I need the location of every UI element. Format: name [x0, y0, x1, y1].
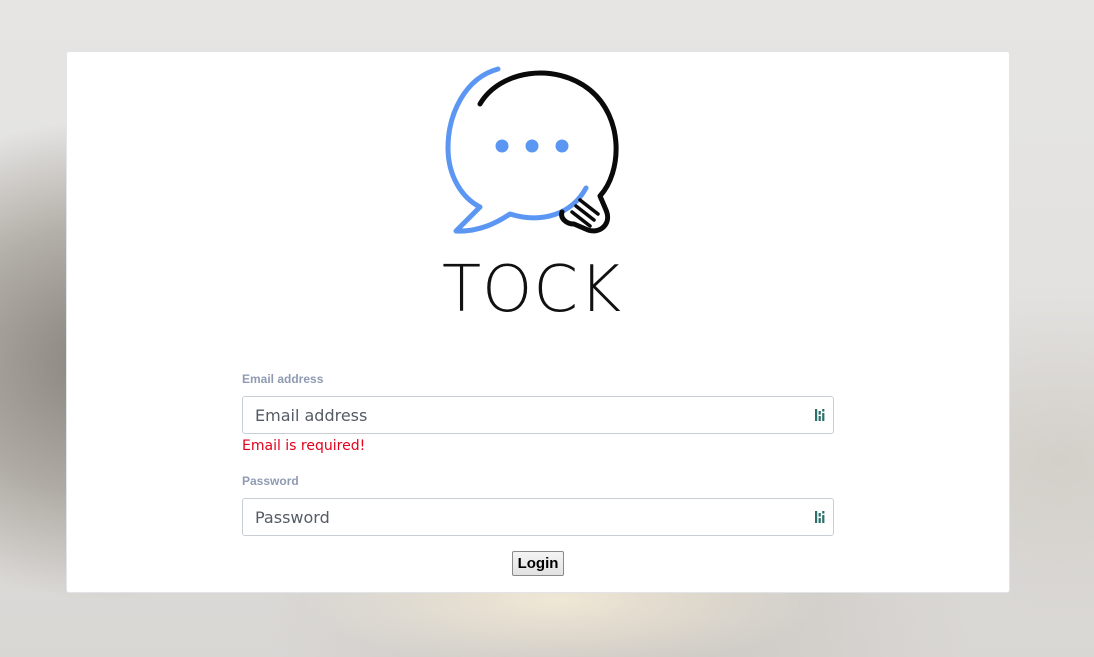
password-manager-icon[interactable] [815, 408, 827, 422]
chat-bubble-lightbulb-icon [445, 66, 619, 234]
password-manager-icon[interactable] [815, 510, 827, 524]
login-form: Email address Email is required! Passwor… [242, 370, 834, 536]
email-field-box[interactable] [242, 396, 834, 434]
password-label: Password [242, 474, 299, 488]
password-field-box[interactable] [242, 498, 834, 536]
brand-name: TOCK [441, 253, 623, 327]
login-button[interactable]: Login [512, 551, 564, 576]
email-field[interactable] [243, 397, 807, 433]
password-field[interactable] [243, 499, 807, 535]
email-error-message: Email is required! [242, 438, 366, 454]
email-label: Email address [242, 372, 324, 386]
